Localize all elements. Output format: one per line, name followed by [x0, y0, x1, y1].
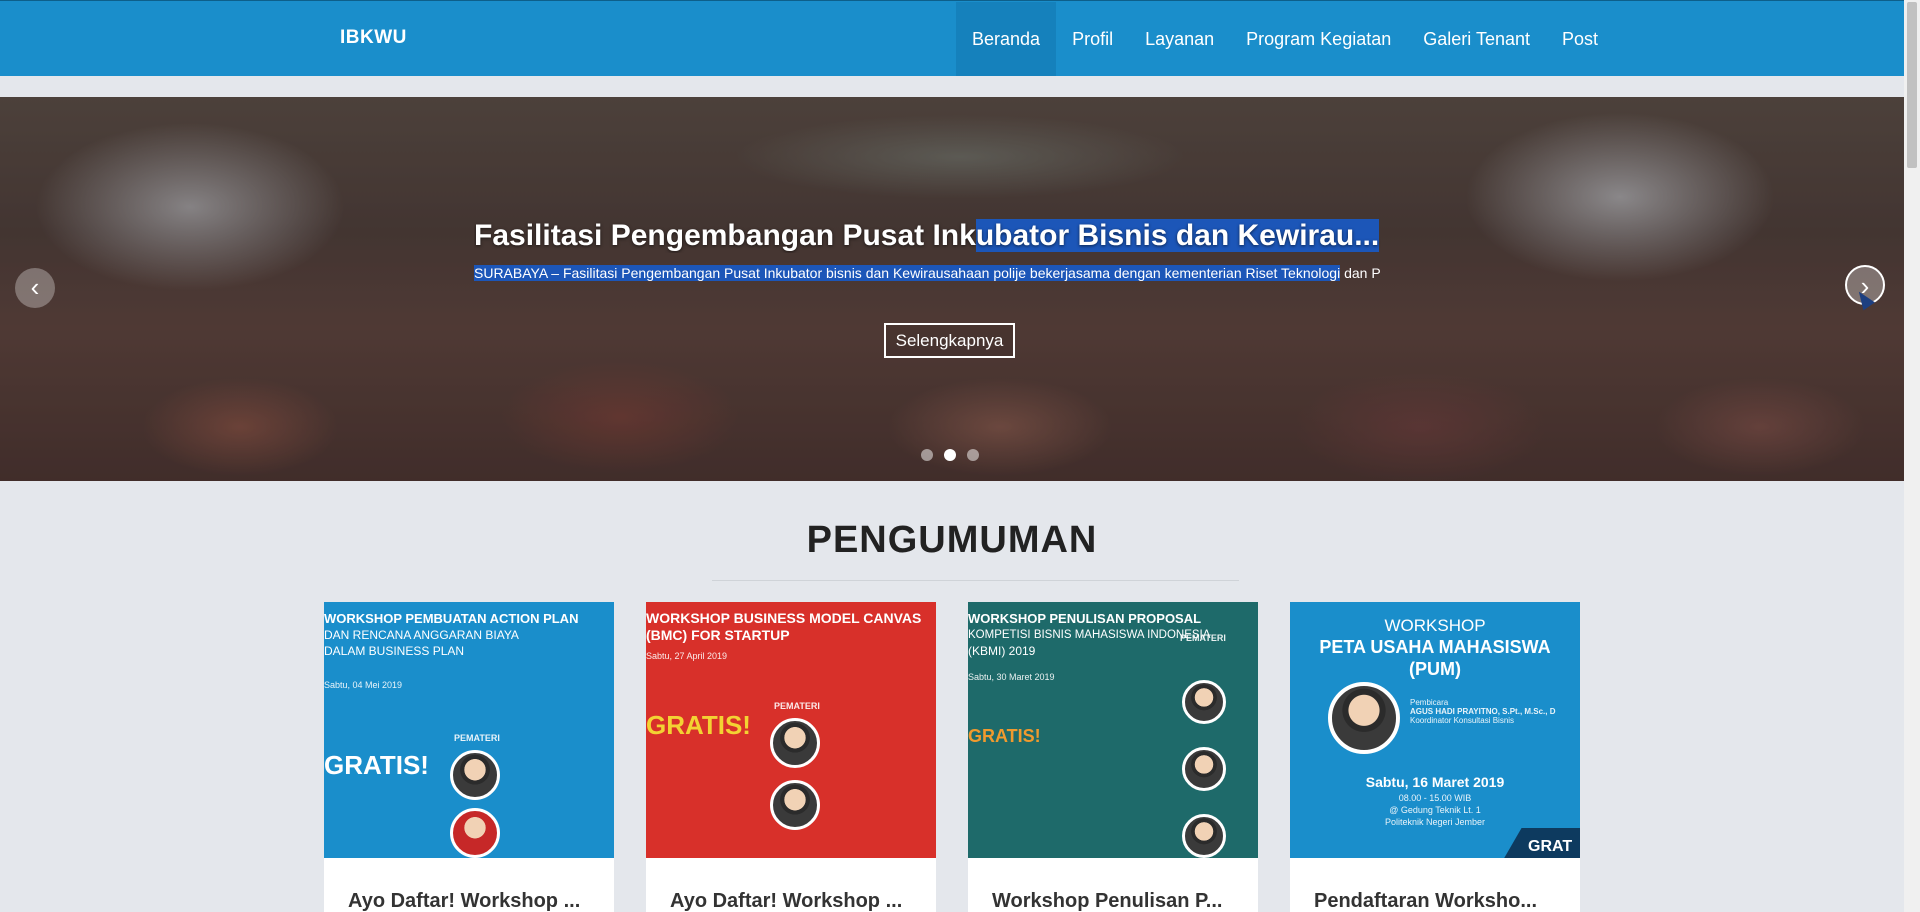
poster-subheading: DAN RENCANA ANGGARAN BIAYA [324, 628, 519, 642]
chevron-left-icon: ‹ [30, 272, 40, 302]
announcement-card[interactable]: WORKSHOP BUSINESS MODEL CANVAS (BMC) FOR… [646, 602, 936, 912]
carousel-indicators [921, 449, 979, 461]
card-title[interactable]: Ayo Daftar! Workshop ... [348, 890, 580, 912]
section-title: PENGUMUMAN [806, 519, 1098, 561]
poster-subheading: (BMC) FOR STARTUP [646, 627, 790, 643]
poster: WORKSHOP BUSINESS MODEL CANVAS (BMC) FOR… [646, 602, 936, 858]
hero-caption: Fasilitasi Pengembangan Pusat Inkubator … [474, 219, 1429, 281]
main-nav: Beranda Profil Layanan Program Kegiatan … [956, 2, 1614, 77]
poster-heading: WORKSHOP PEMBUATAN ACTION PLAN [324, 611, 579, 626]
hero-subtitle: SURABAYA – Fasilitasi Pengembangan Pusat… [474, 265, 1429, 281]
poster-date: Sabtu, 04 Mei 2019 [324, 680, 403, 690]
brand-logo[interactable]: IBKWU [340, 27, 407, 49]
poster-subheading: (KBMI) 2019 [968, 644, 1036, 658]
section-divider [712, 580, 1239, 581]
speaker-avatar [1182, 680, 1226, 724]
speaker-avatar [1328, 682, 1400, 754]
nav-item-program-kegiatan[interactable]: Program Kegiatan [1230, 2, 1407, 76]
hero-subtitle-selected-text: SURABAYA – Fasilitasi Pengembangan Pusat… [474, 265, 1341, 281]
poster-subheading: (PUM) [1409, 659, 1461, 679]
poster-gratis: GRATIS! [968, 726, 1041, 746]
poster-role: Koordinator Konsultasi Bisnis [1410, 716, 1515, 725]
hero-subtitle-text: dan P [1340, 265, 1381, 281]
card-title[interactable]: Workshop Penulisan P... [992, 890, 1222, 912]
poster-pemateri: PEMATERI [454, 733, 500, 743]
hero-title: Fasilitasi Pengembangan Pusat Inkubator … [474, 219, 1429, 253]
speaker-avatar [1182, 814, 1226, 858]
poster-heading: WORKSHOP BUSINESS MODEL CANVAS [646, 610, 922, 626]
poster-gratis: GRATIS! [646, 710, 751, 740]
poster-pemateri: PEMATERI [774, 701, 820, 711]
hero-title-text: Fasilitasi Pengembangan Pusat Ink [474, 219, 976, 252]
card-poster-image[interactable]: WORKSHOP BUSINESS MODEL CANVAS (BMC) FOR… [646, 602, 936, 858]
nav-item-beranda[interactable]: Beranda [956, 2, 1057, 76]
poster-speaker-label: Pembicara [1410, 698, 1449, 707]
poster-heading: WORKSHOP [1384, 616, 1486, 635]
nav-item-galeri-tenant[interactable]: Galeri Tenant [1407, 2, 1546, 76]
hero-title-selected-text: ubator Bisnis dan Kewirau... [975, 219, 1380, 252]
read-more-button[interactable]: Selengkapnya [884, 323, 1015, 358]
poster: WORKSHOP PEMBUATAN ACTION PLAN DAN RENCA… [324, 602, 614, 858]
poster-place: @ Gedung Teknik Lt. 1 [1389, 805, 1481, 815]
announcement-card[interactable]: WORKSHOP PETA USAHA MAHASISWA (PUM) Pemb… [1290, 602, 1580, 912]
announcement-card[interactable]: WORKSHOP PENULISAN PROPOSAL KOMPETISI BI… [968, 602, 1258, 912]
nav-item-post[interactable]: Post [1546, 2, 1614, 76]
poster-speaker-block: Pembicara AGUS HADI PRAYITNO, S.Pt., M.S… [1410, 698, 1580, 725]
speaker-avatar [770, 780, 820, 830]
poster-date: Sabtu, 27 April 2019 [646, 651, 728, 661]
poster: WORKSHOP PENULISAN PROPOSAL KOMPETISI BI… [968, 602, 1258, 858]
poster-subheading: PETA USAHA MAHASISWA [1319, 637, 1551, 657]
nav-item-profil[interactable]: Profil [1056, 2, 1129, 76]
carousel-dot-3[interactable] [967, 449, 979, 461]
poster-date: Sabtu, 30 Maret 2019 [968, 672, 1055, 682]
poster-subheading: DALAM BUSINESS PLAN [324, 644, 465, 658]
poster-date: Sabtu, 16 Maret 2019 [1365, 774, 1505, 790]
speaker-avatar [1182, 747, 1226, 791]
poster-pemateri: PEMATERI [1180, 633, 1226, 643]
card-title[interactable]: Pendaftaran Worksho... [1314, 890, 1537, 912]
hero-carousel: Fasilitasi Pengembangan Pusat Inkubator … [0, 97, 1904, 481]
carousel-dot-1[interactable] [921, 449, 933, 461]
nav-item-layanan[interactable]: Layanan [1129, 2, 1230, 76]
top-navbar: IBKWU Beranda Profil Layanan Program Keg… [0, 0, 1904, 76]
poster-place: Politeknik Negeri Jember [1384, 817, 1486, 827]
card-title[interactable]: Ayo Daftar! Workshop ... [670, 890, 902, 912]
poster-gratis: GRATIS! [324, 750, 429, 780]
poster-gratis: GRAT [1528, 838, 1573, 855]
poster-time: 08.00 - 15.00 WIB [1398, 793, 1472, 803]
poster-heading: WORKSHOP PENULISAN PROPOSAL [968, 611, 1202, 626]
carousel-prev-button[interactable]: ‹ [15, 268, 55, 308]
card-poster-image[interactable]: WORKSHOP PETA USAHA MAHASISWA (PUM) Pemb… [1290, 602, 1580, 858]
card-poster-image[interactable]: WORKSHOP PEMBUATAN ACTION PLAN DAN RENCA… [324, 602, 614, 858]
speaker-avatar [450, 808, 500, 858]
vertical-scrollbar[interactable] [1904, 0, 1920, 912]
poster: WORKSHOP PETA USAHA MAHASISWA (PUM) Pemb… [1290, 602, 1580, 858]
speaker-avatar [450, 750, 500, 800]
scrollbar-thumb[interactable] [1907, 2, 1917, 168]
speaker-avatar [770, 718, 820, 768]
announcement-card[interactable]: WORKSHOP PEMBUATAN ACTION PLAN DAN RENCA… [324, 602, 614, 912]
card-poster-image[interactable]: WORKSHOP PENULISAN PROPOSAL KOMPETISI BI… [968, 602, 1258, 858]
poster-speaker: AGUS HADI PRAYITNO, S.Pt., M.Sc., D [1410, 707, 1556, 716]
carousel-dot-2[interactable] [944, 449, 956, 461]
